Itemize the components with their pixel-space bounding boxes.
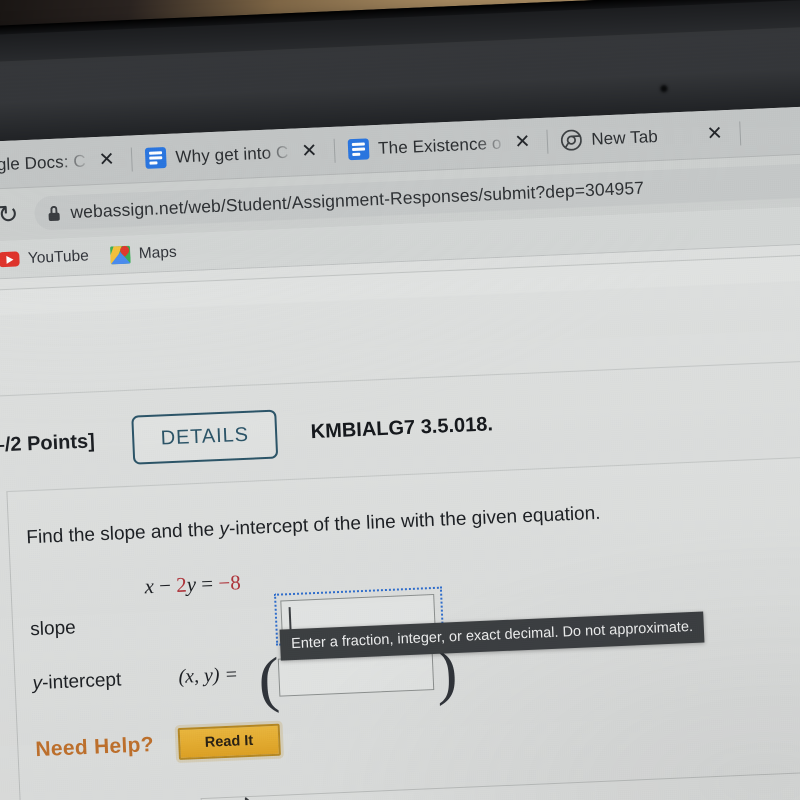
- details-button[interactable]: DETAILS: [131, 409, 278, 465]
- tab-title: Google Docs: C: [0, 150, 87, 176]
- bookmark-youtube[interactable]: YouTube: [0, 247, 89, 269]
- google-maps-icon: [110, 245, 132, 264]
- tab-title: The Existence o: [377, 133, 502, 158]
- reload-icon[interactable]: ↻: [0, 200, 19, 229]
- bookmark-label: YouTube: [27, 246, 90, 267]
- bezel-highlight: [0, 24, 800, 108]
- need-help-label: Need Help?: [34, 733, 155, 762]
- browser-tab-the-existence[interactable]: The Existence o ✕: [337, 117, 545, 174]
- tab-title: New Tab: [590, 126, 659, 149]
- question-body: Find the slope and the y-intercept of th…: [6, 454, 800, 800]
- equation: x − 2y = −8: [144, 570, 241, 599]
- browser-tab-google-docs[interactable]: Google Docs: C ✕: [0, 135, 130, 190]
- youtube-icon: [0, 251, 21, 268]
- tab-close-icon[interactable]: ✕: [94, 148, 119, 172]
- lock-icon: [48, 205, 60, 221]
- tab-title: Why get into C: [175, 142, 289, 167]
- tab-close-icon[interactable]: ✕: [297, 139, 322, 163]
- webassign-page: 4. [–/2 Points] DETAILS KMBIALG7 3.5.018…: [0, 242, 800, 800]
- mouse-cursor-icon: [244, 797, 266, 800]
- chrome-icon: [561, 129, 583, 151]
- google-docs-icon: [145, 146, 168, 169]
- tab-close-icon[interactable]: ✕: [702, 122, 727, 146]
- question-points: [–/2 Points]: [0, 429, 96, 457]
- google-docs-icon: [347, 138, 370, 161]
- tab-divider: [131, 146, 134, 171]
- webcam-icon: [660, 85, 668, 93]
- tab-divider: [333, 138, 336, 163]
- tab-divider: [546, 129, 549, 154]
- laptop-photo: Google Docs: C ✕ Why get into C ✕ The Ex…: [0, 0, 800, 800]
- equation-equals: =: [195, 571, 219, 597]
- slope-label: slope: [29, 617, 77, 641]
- laptop-screen: Google Docs: C ✕ Why get into C ✕ The Ex…: [0, 104, 800, 800]
- need-help-row: Need Help? Read It: [34, 723, 281, 766]
- tab-divider: [739, 120, 742, 145]
- address-bar-url: webassign.net/web/Student/Assignment-Res…: [70, 177, 645, 222]
- bookmark-maps[interactable]: Maps: [110, 243, 177, 264]
- question-prompt: Find the slope and the y-intercept of th…: [26, 503, 601, 550]
- coordinate-label: (x, y) =: [177, 663, 239, 688]
- browser-tab-why-get-into[interactable]: Why get into C ✕: [135, 126, 333, 182]
- prompt-text-part1: Find the slope and the: [25, 519, 220, 549]
- answer-footer-panel: [200, 768, 800, 800]
- equation-minus: −: [153, 572, 177, 598]
- bookmark-label: Maps: [138, 243, 177, 262]
- yintercept-label: y-intercept: [32, 669, 122, 695]
- browser-tab-new-tab[interactable]: New Tab ✕: [550, 109, 737, 165]
- prompt-text-part2: -intercept of the line with the given eq…: [228, 502, 601, 540]
- tab-close-icon[interactable]: ✕: [510, 130, 535, 154]
- read-it-button[interactable]: Read It: [177, 723, 281, 761]
- equation-rhs: −8: [217, 570, 242, 596]
- yintercept-label-rest: -intercept: [41, 669, 122, 694]
- question-code: KMBIALG7 3.5.018.: [310, 412, 494, 443]
